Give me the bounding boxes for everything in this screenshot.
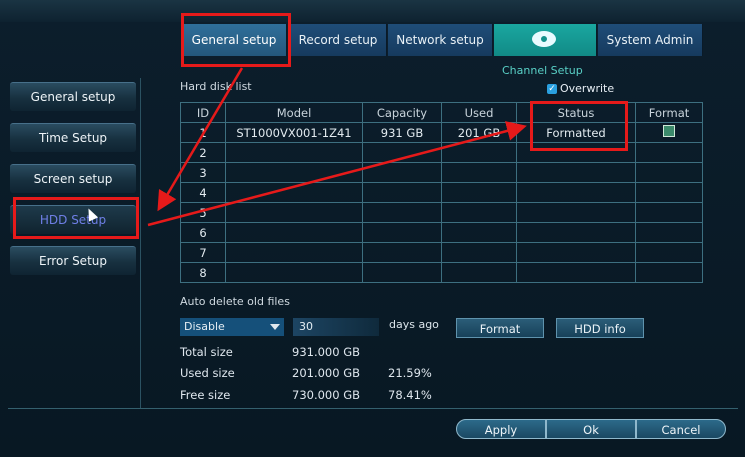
arrow-tab-to-hdd [157, 67, 244, 212]
annotation-arrows [147, 67, 527, 227]
arrow-hdd-to-status [147, 121, 527, 227]
